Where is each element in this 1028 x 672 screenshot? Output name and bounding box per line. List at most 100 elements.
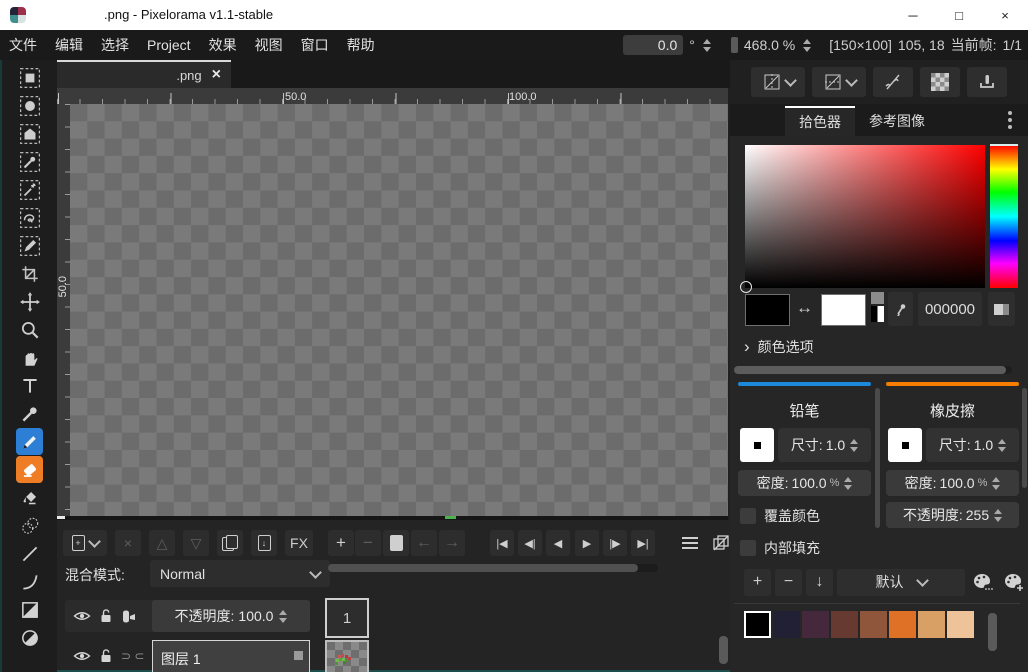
primary-color-swatch[interactable]: [745, 294, 790, 326]
tab-close-icon[interactable]: ×: [212, 67, 221, 83]
layer-lock-icon[interactable]: [99, 648, 113, 664]
maximize-button[interactable]: □: [936, 0, 982, 30]
spinner-arrows[interactable]: [844, 477, 852, 490]
menu-window[interactable]: 窗口: [292, 30, 338, 60]
tool-color-select[interactable]: [16, 148, 43, 175]
palette-swatch[interactable]: [918, 611, 945, 638]
menu-select[interactable]: 选择: [92, 30, 138, 60]
tool-lasso-select[interactable]: [16, 204, 43, 231]
horizontal-ruler[interactable]: 50.0 100.0: [57, 88, 728, 104]
next-frame-button[interactable]: |▶: [603, 530, 627, 556]
mirror-y-dropdown[interactable]: [812, 67, 866, 97]
cel-thumbnail[interactable]: [325, 640, 369, 672]
move-layer-up-button[interactable]: △: [149, 530, 175, 556]
menu-effects[interactable]: 效果: [200, 30, 246, 60]
menu-help[interactable]: 帮助: [338, 30, 384, 60]
minimize-button[interactable]: ─: [890, 0, 936, 30]
palette-select-dropdown[interactable]: 默认: [837, 569, 965, 596]
spinner-arrows[interactable]: [850, 439, 858, 452]
clone-layer-button[interactable]: [217, 530, 243, 556]
timeline-settings-button[interactable]: [678, 530, 702, 556]
spinner-arrows[interactable]: [998, 439, 1006, 452]
layer-opacity-field[interactable]: 不透明度: 100.0: [152, 600, 310, 632]
tool-crop[interactable]: [16, 260, 43, 287]
pencil-size-spinner[interactable]: 尺寸: 1.0: [778, 428, 871, 462]
palette-swatch[interactable]: [744, 611, 771, 638]
layer-lock-icon[interactable]: [99, 608, 113, 624]
frame-header-1[interactable]: 1: [325, 598, 369, 638]
canvas[interactable]: [70, 104, 728, 516]
merge-layer-button[interactable]: ↓: [251, 530, 277, 556]
eraser-opacity-spinner[interactable]: 不透明度: 255: [886, 502, 1019, 528]
add-layer-button[interactable]: +: [63, 530, 107, 556]
menu-view[interactable]: 视图: [246, 30, 292, 60]
move-layer-down-button[interactable]: ▽: [183, 530, 209, 556]
copy-frame-button[interactable]: [383, 530, 409, 556]
right-edge-scrollbar[interactable]: [1022, 388, 1027, 488]
document-tab[interactable]: .png ×: [57, 60, 231, 88]
eraser-brush-button[interactable]: [888, 428, 922, 462]
menu-edit[interactable]: 编辑: [46, 30, 92, 60]
palette-scrollbar[interactable]: [988, 613, 997, 651]
go-first-frame-button[interactable]: |◀: [490, 530, 514, 556]
add-frame-button[interactable]: +: [328, 530, 354, 556]
palette-swatch[interactable]: [831, 611, 858, 638]
go-last-frame-button[interactable]: ▶|: [631, 530, 655, 556]
zoom-value[interactable]: 468.0 %: [744, 37, 795, 53]
tool-pan[interactable]: [16, 344, 43, 371]
mirror-x-dropdown[interactable]: [751, 67, 805, 97]
overwrite-color-checkbox[interactable]: 覆盖颜色: [740, 506, 820, 526]
rotation-input[interactable]: 0.0: [623, 35, 683, 55]
hue-slider[interactable]: [990, 145, 1018, 288]
tool-rectangle[interactable]: [16, 596, 43, 623]
remove-frame-button[interactable]: −: [355, 530, 381, 556]
frame-right-button[interactable]: →: [439, 530, 465, 556]
palette-swatch[interactable]: [802, 611, 829, 638]
pencil-density-spinner[interactable]: 密度: 100.0 %: [738, 470, 871, 496]
pencil-brush-button[interactable]: [740, 428, 774, 462]
checkbox-icon[interactable]: [740, 508, 756, 524]
tool-line[interactable]: [16, 540, 43, 567]
swap-colors-button[interactable]: ↔: [796, 298, 813, 318]
tool-pencil[interactable]: [16, 428, 43, 455]
frame-left-button[interactable]: ←: [411, 530, 437, 556]
saturation-value-square[interactable]: [745, 145, 985, 288]
vertical-ruler[interactable]: 50.0: [57, 104, 70, 516]
zoom-spinner[interactable]: [803, 39, 811, 52]
tool-panel-scrollbar[interactable]: [875, 388, 880, 528]
palette-swatch[interactable]: [860, 611, 887, 638]
eraser-density-spinner[interactable]: 密度: 100.0 %: [886, 470, 1019, 496]
timeline-v-scrollbar[interactable]: [719, 636, 728, 664]
tool-ellipse-select[interactable]: [16, 92, 43, 119]
palette-swatch[interactable]: [947, 611, 974, 638]
palette-swatch[interactable]: [773, 611, 800, 638]
edit-palette-button[interactable]: [969, 569, 996, 596]
import-palette-button[interactable]: ↓: [806, 569, 833, 596]
fill-inside-checkbox[interactable]: 内部填充: [740, 538, 820, 558]
menu-file[interactable]: 文件: [0, 30, 46, 60]
add-color-button[interactable]: +: [744, 569, 771, 596]
spinner-arrows[interactable]: [992, 477, 1000, 490]
tool-shading[interactable]: [16, 512, 43, 539]
tool-magic-wand[interactable]: [16, 176, 43, 203]
sv-cursor[interactable]: [740, 281, 752, 293]
dynamics-button[interactable]: [873, 67, 913, 97]
delete-layer-button[interactable]: ×: [115, 530, 141, 556]
panel-menu-icon[interactable]: [1008, 111, 1012, 115]
tool-move[interactable]: [16, 288, 43, 315]
rotation-spinner[interactable]: [703, 39, 711, 52]
alpha-lock-button[interactable]: [967, 67, 1007, 97]
close-button[interactable]: ×: [982, 0, 1028, 30]
secondary-color-swatch[interactable]: [821, 294, 866, 326]
tool-text[interactable]: [16, 372, 43, 399]
tool-eraser[interactable]: [16, 456, 43, 483]
tool-bucket[interactable]: [16, 484, 43, 511]
tool-color-picker[interactable]: [16, 400, 43, 427]
new-palette-button[interactable]: [1000, 569, 1027, 596]
color-options-expander[interactable]: › 颜色选项: [744, 337, 814, 357]
layer-fx-button[interactable]: FX: [285, 530, 313, 556]
tool-polygon-select[interactable]: [16, 120, 43, 147]
picker-h-scrollbar[interactable]: [734, 366, 1012, 374]
tool-curve[interactable]: [16, 568, 43, 595]
menu-project[interactable]: Project: [138, 30, 200, 60]
